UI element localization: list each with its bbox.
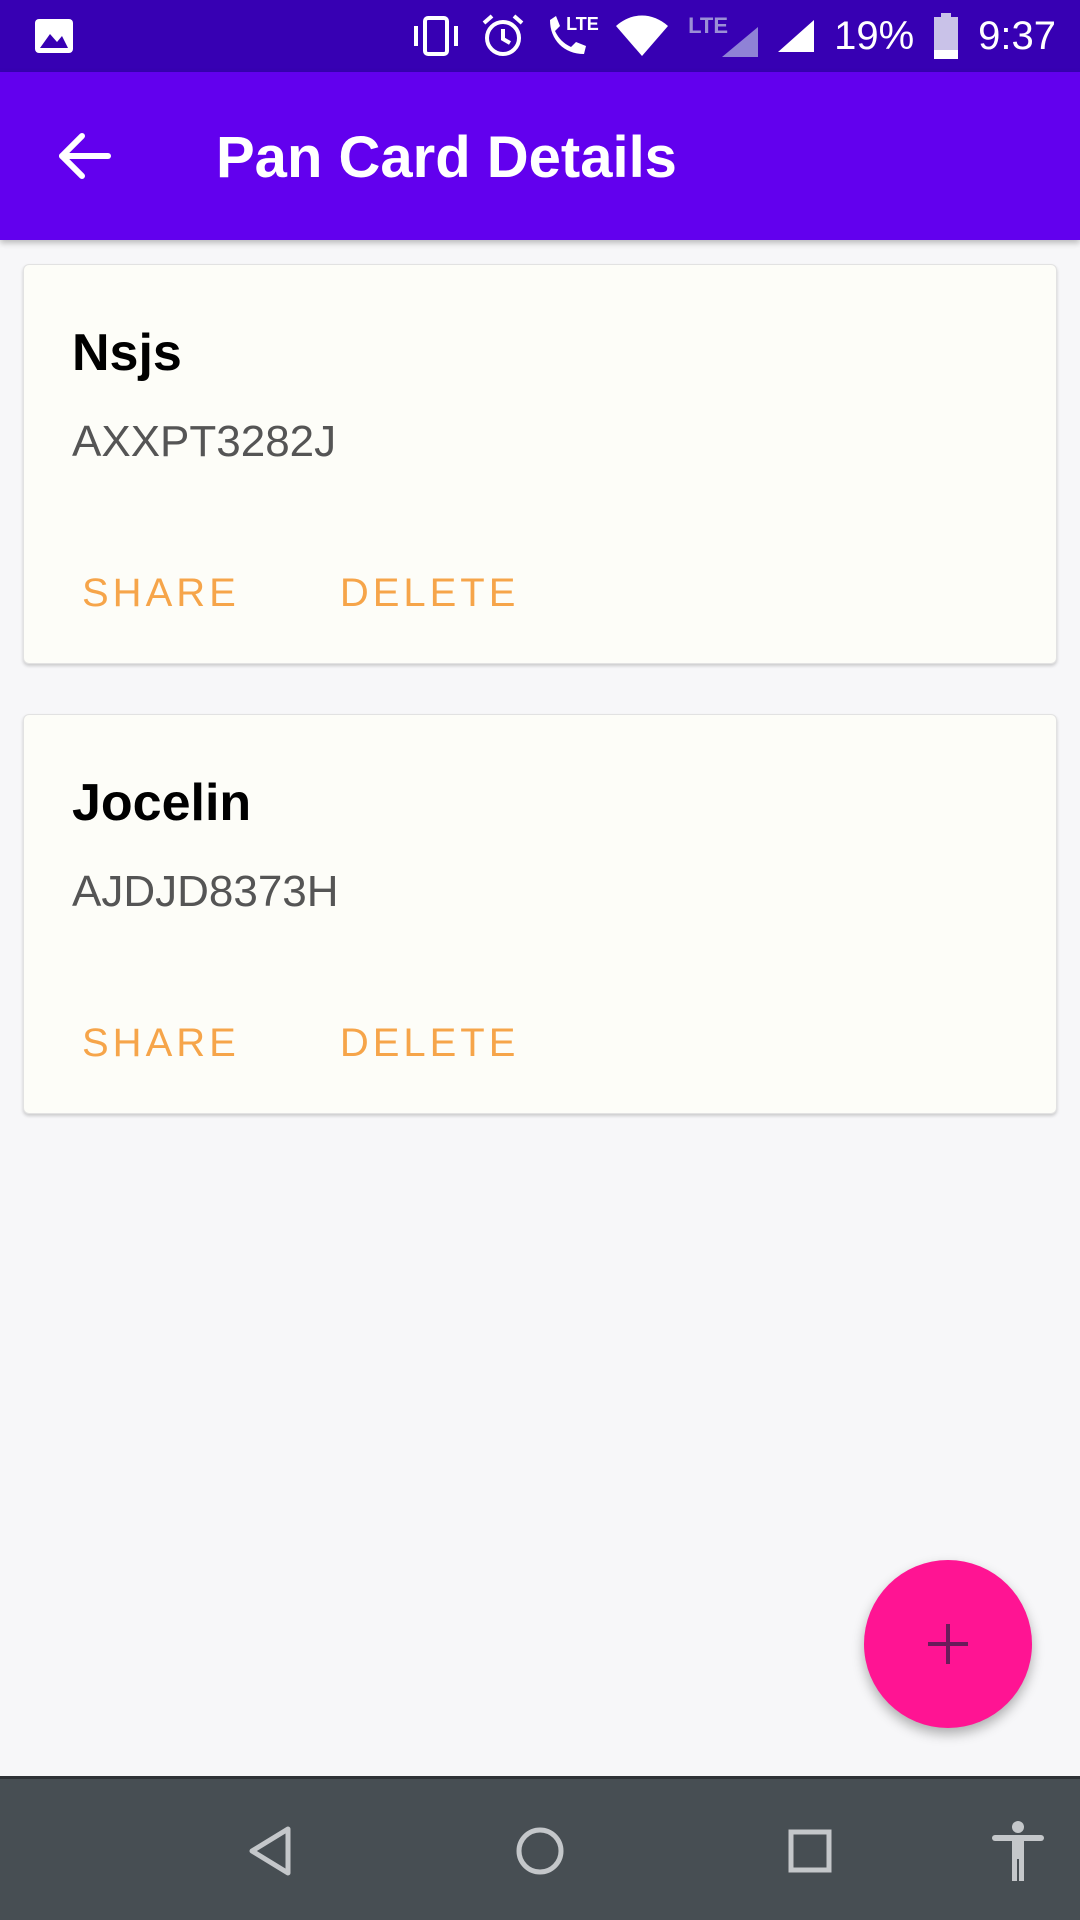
delete-button[interactable]: DELETE <box>340 1021 520 1066</box>
status-icons: LTE LTE 19% 9:37 <box>410 0 1056 72</box>
back-triangle-icon <box>249 1826 291 1876</box>
nav-recents-button[interactable] <box>774 1815 846 1887</box>
system-nav-bar <box>0 1776 1080 1920</box>
card-actions: SHARE DELETE <box>82 571 519 616</box>
status-bar: LTE LTE 19% 9:37 <box>0 0 1080 72</box>
share-button[interactable]: SHARE <box>82 1021 240 1066</box>
signal-icon <box>778 20 815 52</box>
wifi-icon <box>616 15 669 56</box>
vibrate-icon <box>414 16 459 56</box>
back-button[interactable] <box>48 120 120 192</box>
pan-card: Nsjs AXXPT3282J SHARE DELETE <box>23 264 1057 664</box>
arrow-left-icon <box>59 133 111 179</box>
card-holder-name: Jocelin <box>72 774 252 832</box>
lte-signal-icon: LTE <box>688 11 759 61</box>
battery-icon <box>934 13 959 59</box>
delete-button[interactable]: DELETE <box>340 571 520 616</box>
page-title: Pan Card Details <box>216 125 677 190</box>
pan-card: Jocelin AJDJD8373H SHARE DELETE <box>23 714 1057 1114</box>
call-lte-label: LTE <box>566 14 599 34</box>
alarm-icon <box>482 14 524 56</box>
recents-square-icon <box>788 1829 832 1873</box>
pan-number: AJDJD8373H <box>72 867 339 916</box>
nav-back-button[interactable] <box>234 1815 306 1887</box>
wifi-calling-icon: LTE <box>544 12 599 60</box>
pan-number: AXXPT3282J <box>72 417 337 466</box>
image-icon <box>35 19 73 53</box>
app-bar: Pan Card Details <box>0 72 1080 240</box>
home-circle-icon <box>516 1827 564 1875</box>
nav-accessibility-button[interactable] <box>982 1815 1054 1887</box>
add-card-button[interactable] <box>864 1560 1032 1728</box>
accessibility-icon <box>992 1821 1044 1881</box>
card-holder-name: Nsjs <box>72 324 182 382</box>
share-button[interactable]: SHARE <box>82 571 240 616</box>
nav-home-button[interactable] <box>504 1815 576 1887</box>
clock: 9:37 <box>978 13 1056 58</box>
plus-icon <box>928 1624 968 1664</box>
battery-percent: 19% <box>834 13 915 58</box>
card-actions: SHARE DELETE <box>82 1021 519 1066</box>
